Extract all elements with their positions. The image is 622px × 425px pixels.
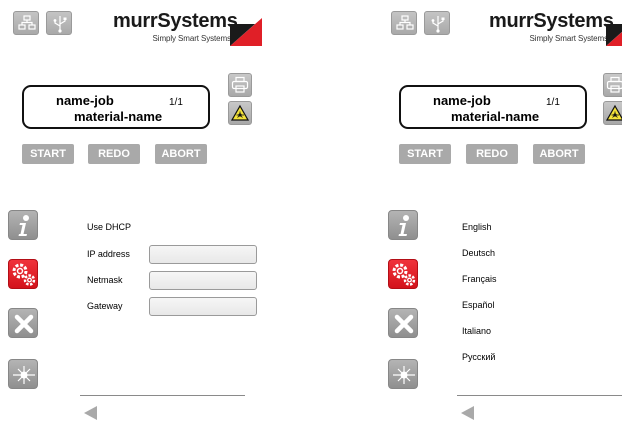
info-icon (18, 215, 29, 236)
gateway-field[interactable] (149, 297, 257, 316)
laser-warning-button[interactable] (603, 101, 622, 125)
close-icon (394, 314, 414, 334)
network-icon (18, 15, 36, 30)
ip-address-label: IP address (87, 249, 130, 259)
laser-icon (393, 366, 415, 384)
laser-warning-icon (606, 104, 622, 121)
redo-button[interactable]: REDO (466, 144, 518, 164)
laser-warning-button[interactable] (228, 101, 252, 125)
gateway-label: Gateway (87, 301, 123, 311)
language-option[interactable]: Français (462, 274, 497, 284)
abort-button[interactable]: ABORT (155, 144, 207, 164)
netmask-field[interactable] (149, 271, 257, 290)
use-dhcp-label: Use DHCP (87, 222, 132, 232)
job-material: material-name (451, 109, 540, 124)
murrsystems-logo: murrSystems Simply Smart Systems (489, 10, 622, 46)
language-option[interactable]: Español (462, 300, 495, 310)
language-option[interactable]: English (462, 222, 492, 232)
start-button[interactable]: START (399, 144, 451, 164)
laser-nav-button[interactable] (388, 359, 418, 389)
network-icon (396, 15, 414, 30)
language-option[interactable]: Русский (462, 352, 495, 362)
cancel-nav-button[interactable] (8, 308, 38, 338)
logo-name: murrSystems (113, 10, 238, 32)
logo-tagline: Simply Smart Systems (529, 34, 609, 43)
usb-button[interactable] (424, 11, 450, 35)
back-arrow-icon[interactable] (460, 405, 476, 421)
language-option[interactable]: Italiano (462, 326, 491, 336)
settings-nav-button[interactable] (388, 259, 418, 289)
laser-warning-icon (231, 104, 249, 121)
abort-button[interactable]: ABORT (533, 144, 585, 164)
printer-icon (606, 76, 622, 93)
info-icon (398, 215, 409, 236)
language-option[interactable]: Deutsch (462, 248, 495, 258)
usb-button[interactable] (46, 11, 72, 35)
job-count: 1/1 (169, 97, 183, 108)
usb-icon (53, 16, 67, 33)
murrsystems-logo: murrSystems Simply Smart Systems (113, 10, 262, 46)
logo-name: murrSystems (489, 10, 614, 32)
back-arrow-icon[interactable] (83, 405, 99, 421)
job-count: 1/1 (546, 97, 560, 108)
network-button[interactable] (391, 11, 417, 35)
printer-icon (231, 76, 249, 93)
language-settings-screen: murrSystems Simply Smart Systems name-jo… (380, 0, 622, 425)
logo-mark-icon (230, 18, 262, 46)
redo-button[interactable]: REDO (88, 144, 140, 164)
job-name: name-job (433, 93, 491, 108)
netmask-label: Netmask (87, 275, 123, 285)
gears-icon (392, 263, 416, 286)
print-button[interactable] (603, 73, 622, 97)
cancel-nav-button[interactable] (388, 308, 418, 338)
job-material: material-name (74, 109, 163, 124)
divider (457, 395, 622, 396)
ip-address-field[interactable] (149, 245, 257, 264)
laser-nav-button[interactable] (8, 359, 38, 389)
print-button[interactable] (228, 73, 252, 97)
usb-icon (431, 16, 445, 33)
job-display: name-job 1/1 material-name (399, 85, 587, 129)
network-button[interactable] (13, 11, 39, 35)
gears-icon (12, 263, 36, 286)
close-icon (14, 314, 34, 334)
info-nav-button[interactable] (388, 210, 418, 240)
network-settings-screen: murrSystems Simply Smart Systems name-jo… (0, 0, 300, 425)
info-nav-button[interactable] (8, 210, 38, 240)
settings-nav-button[interactable] (8, 259, 38, 289)
job-display: name-job 1/1 material-name (22, 85, 210, 129)
job-name: name-job (56, 93, 114, 108)
laser-icon (13, 366, 35, 384)
logo-tagline: Simply Smart Systems (152, 34, 232, 43)
start-button[interactable]: START (22, 144, 74, 164)
logo-mark-icon (606, 24, 622, 46)
divider (80, 395, 245, 396)
